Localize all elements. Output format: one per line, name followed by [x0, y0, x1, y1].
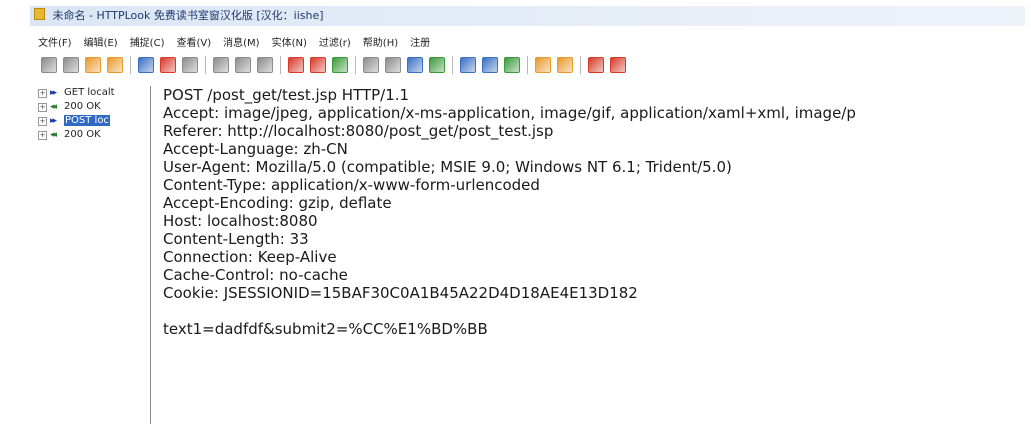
download-icon[interactable]: [535, 56, 551, 73]
expand-icon[interactable]: +: [38, 102, 47, 112]
menu-item[interactable]: 注册: [410, 34, 430, 49]
toolbar-separator: [580, 55, 581, 74]
request-arrow-icon: ▸▸: [50, 116, 57, 126]
open-icon[interactable]: [85, 56, 101, 73]
app-icon[interactable]: [41, 56, 57, 73]
http-line: Cookie: JSESSIONID=15BAF30C0A1B45A22D4D1…: [163, 284, 638, 302]
new-icon[interactable]: [63, 56, 79, 73]
response-arrow-icon: ◂◂: [50, 102, 57, 112]
message-tree: + ▸▸ GET localt + ◂◂ 200 OK + ▸▸ POST loc + ◂◂ 200 …: [38, 86, 146, 420]
http-line: Referer: http://localhost:8080/post_get/…: [163, 122, 554, 140]
properties-icon[interactable]: [504, 56, 520, 73]
menu-item[interactable]: 查看(V): [176, 34, 211, 49]
refresh-icon[interactable]: [332, 56, 348, 73]
save-icon[interactable]: [107, 56, 123, 73]
http-line: Content-Length: 33: [163, 230, 309, 248]
menu-bar: 文件(F) 编辑(E) 捕捉(C) 查看(V) 消息(M) 实体(N) 过滤(r) 帮助(H)…: [38, 34, 442, 50]
title-bar: 未命名 - HTTPLook 免费读书室窗汉化版 [汉化：iishe]: [30, 6, 1025, 26]
settings-icon[interactable]: [588, 56, 604, 73]
exit-icon[interactable]: [610, 56, 626, 73]
http-line: Accept-Encoding: gzip, deflate: [163, 194, 392, 212]
tree-node-label[interactable]: 200 OK: [64, 101, 101, 112]
filter-icon[interactable]: [407, 56, 423, 73]
dropdown-icon[interactable]: [385, 56, 401, 73]
find-icon[interactable]: [235, 56, 251, 73]
stop-capture-icon[interactable]: [160, 56, 176, 73]
toolbar-separator: [130, 55, 131, 74]
http-line: text1=dadfdf&submit2=%CC%E1%BD%BB: [163, 320, 488, 338]
toolbar-separator: [452, 55, 453, 74]
http-line: Cache-Control: no-cache: [163, 266, 348, 284]
tree-node[interactable]: + ◂◂ 200 OK: [38, 128, 146, 142]
menu-item[interactable]: 过滤(r): [319, 34, 351, 49]
tree-node[interactable]: + ▸▸ POST loc: [38, 114, 146, 128]
http-line: Connection: Keep-Alive: [163, 248, 337, 266]
tree-node-label[interactable]: GET localt: [64, 87, 115, 98]
pane-splitter[interactable]: [150, 86, 151, 424]
toolbar-separator: [280, 55, 281, 74]
request-arrow-icon: ▸▸: [50, 88, 57, 98]
http-line: Accept-Language: zh-CN: [163, 140, 348, 158]
menu-item[interactable]: 文件(F): [38, 34, 72, 49]
toolbar-separator: [355, 55, 356, 74]
menu-item[interactable]: 编辑(E): [84, 34, 118, 49]
copy-icon[interactable]: [213, 56, 229, 73]
back-icon[interactable]: [460, 56, 476, 73]
menu-item[interactable]: 实体(N): [272, 34, 307, 49]
expand-icon[interactable]: +: [38, 130, 47, 140]
expand-icon[interactable]: +: [38, 88, 47, 98]
expand-icon[interactable]: +: [38, 116, 47, 126]
view-icon[interactable]: [363, 56, 379, 73]
window-title: 未命名 - HTTPLook 免费读书室窗汉化版 [汉化：iishe]: [52, 9, 324, 22]
forward-icon[interactable]: [482, 56, 498, 73]
edit-icon[interactable]: [429, 56, 445, 73]
app-icon: [34, 8, 45, 20]
response-arrow-icon: ◂◂: [50, 130, 57, 140]
menu-item[interactable]: 帮助(H): [363, 34, 398, 49]
start-capture-icon[interactable]: [138, 56, 154, 73]
delete-all-icon[interactable]: [310, 56, 326, 73]
stats-icon[interactable]: [557, 56, 573, 73]
menu-item[interactable]: 消息(M): [223, 34, 259, 49]
toolbar-separator: [527, 55, 528, 74]
message-content[interactable]: POST /post_get/test.jsp HTTP/1.1 Accept: …: [163, 86, 1031, 422]
tree-node-label[interactable]: POST loc: [64, 115, 110, 126]
http-line: POST /post_get/test.jsp HTTP/1.1: [163, 86, 410, 104]
tree-node-label[interactable]: 200 OK: [64, 129, 101, 140]
http-line: Host: localhost:8080: [163, 212, 318, 230]
http-line: Accept: image/jpeg, application/x-ms-app…: [163, 104, 856, 122]
tree-node[interactable]: + ▸▸ GET localt: [38, 86, 146, 100]
clear-icon[interactable]: [182, 56, 198, 73]
http-line: Content-Type: application/x-www-form-url…: [163, 176, 540, 194]
tree-node[interactable]: + ◂◂ 200 OK: [38, 100, 146, 114]
delete-icon[interactable]: [288, 56, 304, 73]
menu-item[interactable]: 捕捉(C): [130, 34, 165, 49]
toolbar: [38, 54, 629, 76]
toolbar-separator: [205, 55, 206, 74]
find-next-icon[interactable]: [257, 56, 273, 73]
http-line: User-Agent: Mozilla/5.0 (compatible; MSI…: [163, 158, 732, 176]
